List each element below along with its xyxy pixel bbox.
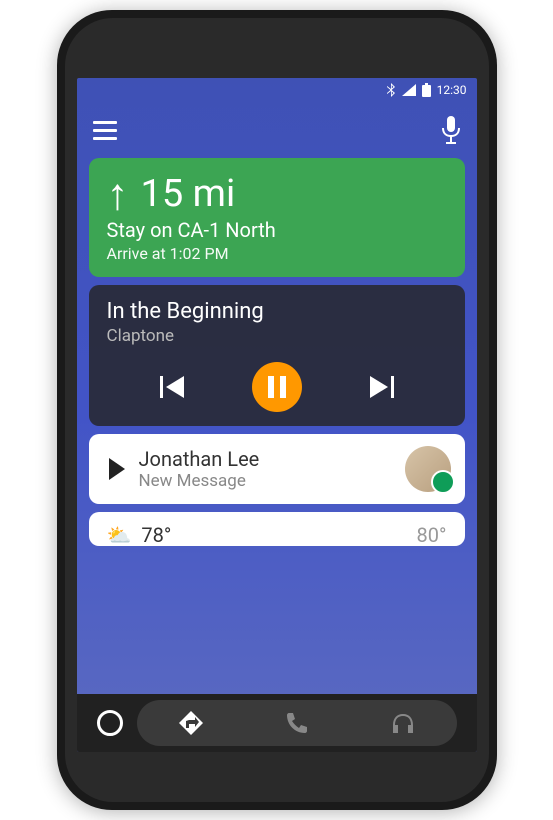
message-card[interactable]: Jonathan Lee New Message — [89, 434, 465, 504]
music-controls — [107, 362, 447, 416]
home-button[interactable] — [97, 710, 123, 736]
nav-direction-row: ↑ 15 mi — [107, 172, 447, 216]
straight-arrow-icon: ↑ — [107, 172, 129, 216]
phone-frame: 12:30 ↑ 15 mi Stay on CA-1 North Arr — [57, 10, 497, 810]
message-sender: Jonathan Lee — [139, 447, 391, 471]
battery-icon — [422, 83, 431, 97]
bluetooth-icon — [386, 83, 396, 97]
weather-high-temp: 80° — [417, 523, 447, 546]
top-bar — [77, 102, 477, 158]
weather-current-temp: 78° — [141, 523, 171, 546]
screen: 12:30 ↑ 15 mi Stay on CA-1 North Arr — [77, 78, 477, 752]
music-title: In the Beginning — [107, 299, 447, 324]
sender-avatar — [405, 446, 451, 492]
content-area: ↑ 15 mi Stay on CA-1 North Arrive at 1:0… — [77, 158, 477, 546]
previous-track-button[interactable] — [160, 376, 186, 398]
nav-distance: 15 mi — [141, 172, 236, 216]
message-subtitle: New Message — [139, 471, 391, 491]
voice-button[interactable] — [441, 116, 461, 144]
play-message-icon — [109, 458, 125, 480]
nav-eta: Arrive at 1:02 PM — [107, 244, 447, 263]
phone-inner: 12:30 ↑ 15 mi Stay on CA-1 North Arr — [65, 18, 489, 802]
nav-directions-button[interactable] — [177, 709, 205, 737]
menu-button[interactable] — [93, 121, 117, 140]
nav-pill — [137, 700, 457, 746]
music-artist: Claptone — [107, 326, 447, 346]
music-card[interactable]: In the Beginning Claptone — [89, 285, 465, 426]
message-text: Jonathan Lee New Message — [139, 447, 391, 491]
pause-button[interactable] — [252, 362, 302, 412]
status-time: 12:30 — [437, 83, 467, 97]
cellular-signal-icon — [402, 84, 416, 96]
nav-instruction: Stay on CA-1 North — [107, 218, 447, 242]
weather-card[interactable]: ⛅ 78° 80° — [89, 512, 465, 546]
next-track-button[interactable] — [368, 376, 394, 398]
navigation-card[interactable]: ↑ 15 mi Stay on CA-1 North Arrive at 1:0… — [89, 158, 465, 277]
weather-icon: ⛅ — [107, 523, 132, 546]
nav-headphones-button[interactable] — [390, 711, 416, 735]
status-bar: 12:30 — [77, 78, 477, 102]
nav-phone-button[interactable] — [285, 711, 309, 735]
bottom-nav-bar — [77, 694, 477, 752]
